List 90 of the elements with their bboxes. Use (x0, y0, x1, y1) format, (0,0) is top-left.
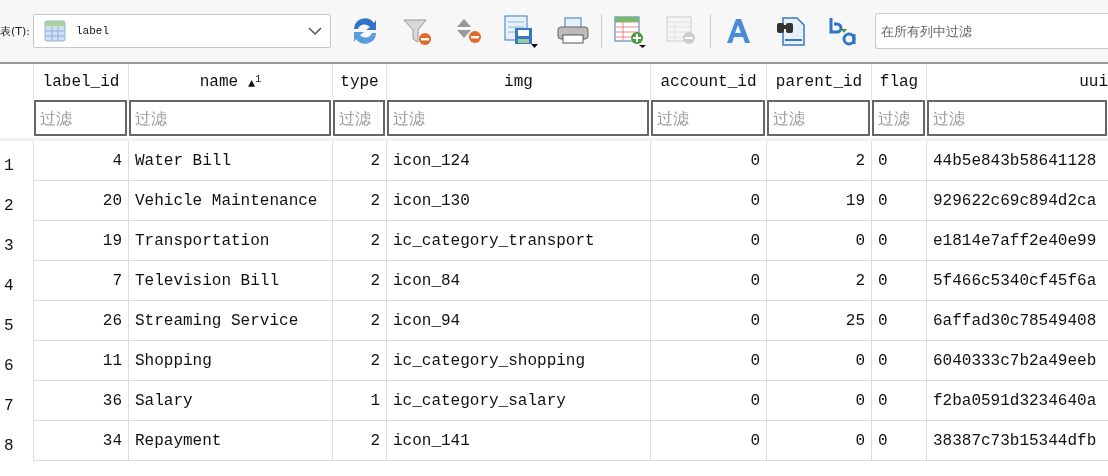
table-cell: 26 (33, 301, 128, 341)
table-cell: 2 (332, 301, 386, 341)
table-cell: Television Bill (128, 261, 332, 301)
table-cell: 11 (33, 341, 128, 381)
table-cell: 6040333c7b2a49eeb (926, 341, 1108, 381)
table-cell: Streaming Service (128, 301, 332, 341)
table-cell: ic_category_transport (386, 221, 650, 261)
table-cell: icon_141 (386, 421, 650, 461)
table-icon (44, 20, 66, 42)
table-cell: 2 (766, 141, 871, 181)
table-cell: 0 (650, 141, 766, 181)
table-cell: 929622c69c894d2ca (926, 181, 1108, 221)
table-cell: 19 (33, 221, 128, 261)
table-cell: 0 (871, 381, 926, 421)
table-cell: icon_124 (386, 141, 650, 181)
column-filter-field[interactable]: 过滤 (34, 100, 127, 136)
table-cell: icon_94 (386, 301, 650, 341)
column-filter-field[interactable]: 过滤 (387, 100, 649, 136)
table-cell: Shopping (128, 341, 332, 381)
table-cell: 7 (33, 261, 128, 301)
table-cell: icon_84 (386, 261, 650, 301)
table-cell: 0 (871, 301, 926, 341)
table-cell: 38387c73b15344dfb (926, 421, 1108, 461)
table-cell: 0 (766, 381, 871, 421)
column-filter-field[interactable]: 过滤 (333, 100, 385, 136)
column-filter-field[interactable]: 过滤 (129, 100, 331, 136)
table-cell: 20 (33, 181, 128, 221)
column-filter-field[interactable]: 过滤 (927, 100, 1107, 136)
table-cell: 1 (332, 381, 386, 421)
table-cell: 0 (871, 141, 926, 181)
row-number: 2 (3, 196, 15, 217)
table-add-icon (613, 14, 647, 48)
table-cell: 0 (871, 181, 926, 221)
row-number: 3 (3, 236, 15, 257)
table-cell: 0 (650, 381, 766, 421)
table-cell: 2 (332, 421, 386, 461)
table-cell: e1814e7aff2e40e99 (926, 221, 1108, 261)
binoculars-document-icon (775, 15, 807, 47)
table-cell: 0 (766, 341, 871, 381)
row-number: 7 (3, 396, 15, 417)
column-filter-field[interactable]: 过滤 (767, 100, 870, 136)
table-cell: 0 (871, 261, 926, 301)
table-cell: icon_130 (386, 181, 650, 221)
table-cell: 2 (766, 261, 871, 301)
row-number: 5 (3, 316, 15, 337)
table-cell: 25 (766, 301, 871, 341)
table-label: 表(T): (0, 23, 30, 39)
table-cell: 2 (332, 341, 386, 381)
table-cell: 2 (332, 261, 386, 301)
table-cell: 2 (332, 181, 386, 221)
table-cell: 19 (766, 181, 871, 221)
column-filter-field[interactable]: 过滤 (651, 100, 765, 136)
save-icon (503, 14, 539, 48)
table-cell: 34 (33, 421, 128, 461)
table-cell: 2 (332, 141, 386, 181)
printer-icon (556, 15, 590, 47)
table-cell: 0 (650, 421, 766, 461)
table-cell: 0 (766, 221, 871, 261)
table-cell: 0 (871, 221, 926, 261)
table-cell: Water Bill (128, 141, 332, 181)
table-cell: ic_category_salary (386, 381, 650, 421)
table-cell: 36 (33, 381, 128, 421)
table-cell: 44b5e843b58641128 (926, 141, 1108, 181)
table-cell: 0 (650, 221, 766, 261)
row-number: 4 (3, 276, 15, 297)
table-cell: 0 (650, 301, 766, 341)
table-cell: Transportation (128, 221, 332, 261)
table-cell: 0 (650, 261, 766, 301)
table-cell: 2 (332, 221, 386, 261)
replace-icon (827, 15, 859, 47)
table-cell: 5f466c5340cf45f6a (926, 261, 1108, 301)
row-number: 6 (3, 356, 15, 377)
table-cell: 0 (650, 181, 766, 221)
chevron-down-icon (308, 27, 322, 35)
table-cell: 0 (871, 341, 926, 381)
table-cell: Vehicle Maintenance (128, 181, 332, 221)
table-cell: 0 (871, 421, 926, 461)
table-cell: 0 (766, 421, 871, 461)
filter-field[interactable]: 在所有列中过滤 (875, 13, 1108, 49)
table-cell: 0 (650, 341, 766, 381)
table-cell: ic_category_shopping (386, 341, 650, 381)
row-number: 8 (3, 436, 15, 457)
table-dropdown[interactable]: label (33, 14, 331, 48)
table-cell: Repayment (128, 421, 332, 461)
row-number: 1 (3, 156, 15, 177)
table-cell: 6affad30c78549408 (926, 301, 1108, 341)
table-cell: f2ba0591d3234640a (926, 381, 1108, 421)
table-cell: 4 (33, 141, 128, 181)
column-filter-field[interactable]: 过滤 (872, 100, 925, 136)
table-cell: Salary (128, 381, 332, 421)
